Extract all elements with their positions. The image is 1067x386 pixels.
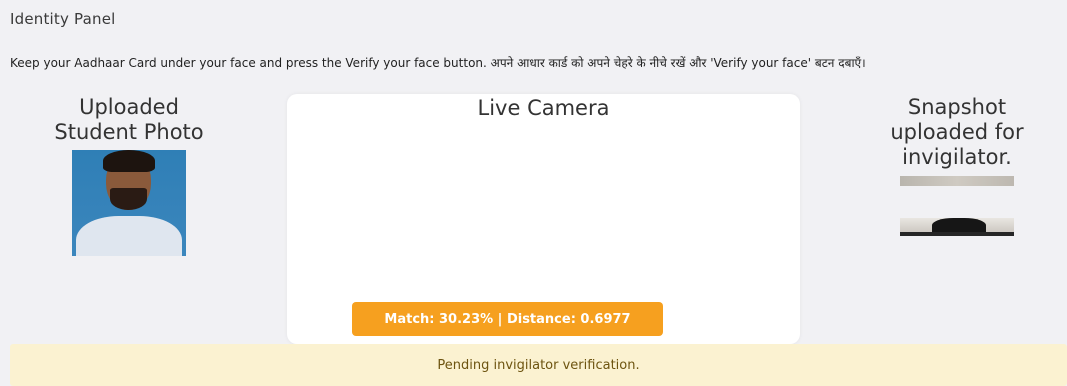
snapshot-title: Snapshot uploaded for invigilator. bbox=[848, 95, 1066, 170]
live-camera-card: Live Camera Match: 30.23% | Distance: 0.… bbox=[287, 94, 800, 344]
photo-beard bbox=[110, 188, 147, 210]
live-camera-title: Live Camera bbox=[477, 96, 610, 120]
snapshot-image bbox=[900, 218, 1014, 236]
status-message: Pending invigilator verification. bbox=[437, 357, 640, 373]
uploaded-title-line2: Student Photo bbox=[54, 120, 204, 144]
snapshot-title-line2: uploaded for bbox=[890, 120, 1024, 144]
panel-title: Identity Panel bbox=[10, 10, 116, 28]
snapshot-title-line1: Snapshot bbox=[907, 95, 1007, 119]
photo-hair bbox=[103, 150, 155, 172]
snapshot-bottom bbox=[900, 232, 1014, 236]
match-distance-badge: Match: 30.23% | Distance: 0.6977 bbox=[352, 302, 663, 336]
photo-shirt bbox=[76, 216, 182, 256]
status-alert: Pending invigilator verification. bbox=[10, 344, 1067, 386]
snapshot-image-strip bbox=[900, 176, 1014, 186]
uploaded-title-line1: Uploaded bbox=[79, 95, 179, 119]
student-photo bbox=[72, 150, 186, 256]
instructions-text: Keep your Aadhaar Card under your face a… bbox=[10, 56, 866, 70]
uploaded-photo-title: Uploaded Student Photo bbox=[18, 95, 240, 145]
snapshot-title-line3: invigilator. bbox=[902, 145, 1012, 169]
